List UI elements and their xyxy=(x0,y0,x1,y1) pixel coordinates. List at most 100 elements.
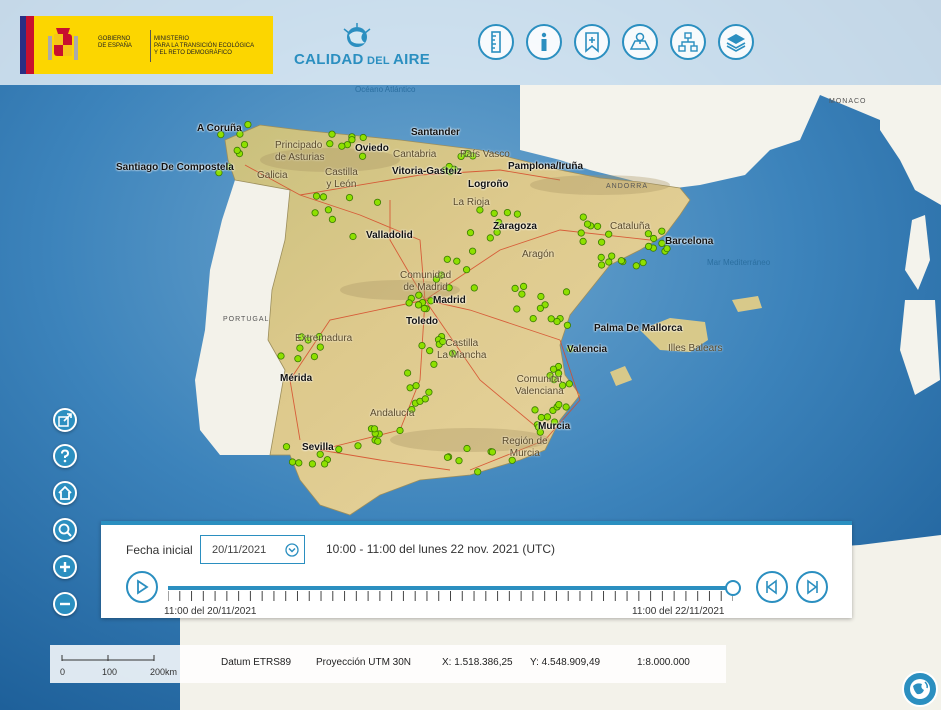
station-marker[interactable] xyxy=(324,206,332,214)
station-marker[interactable] xyxy=(597,238,606,246)
station-marker[interactable] xyxy=(488,448,496,456)
station-marker[interactable] xyxy=(349,232,357,241)
layers-button[interactable] xyxy=(718,24,754,60)
help-button[interactable] xyxy=(53,444,77,468)
station-marker[interactable] xyxy=(430,360,438,368)
station-marker[interactable] xyxy=(649,234,658,243)
map-search-button[interactable] xyxy=(622,24,658,60)
station-marker[interactable] xyxy=(644,242,653,250)
station-marker[interactable] xyxy=(328,215,336,223)
station-marker[interactable] xyxy=(608,252,616,260)
station-marker[interactable] xyxy=(412,382,420,390)
zoom-out-button[interactable] xyxy=(53,592,77,616)
station-marker[interactable] xyxy=(453,257,461,265)
share-button[interactable] xyxy=(53,408,77,432)
zoom-search-button[interactable] xyxy=(53,518,77,542)
station-marker[interactable] xyxy=(406,384,414,392)
station-marker[interactable] xyxy=(537,413,545,422)
station-marker[interactable] xyxy=(354,442,362,450)
station-marker[interactable] xyxy=(511,284,519,292)
station-marker[interactable] xyxy=(543,413,552,421)
station-marker[interactable] xyxy=(468,247,477,255)
time-slider-track[interactable] xyxy=(168,586,733,590)
station-marker[interactable] xyxy=(537,292,545,301)
station-marker[interactable] xyxy=(308,460,316,468)
station-marker[interactable] xyxy=(547,315,555,323)
station-marker[interactable] xyxy=(396,426,404,435)
bookmark-button[interactable] xyxy=(574,24,610,60)
station-marker[interactable] xyxy=(335,445,343,453)
station-marker[interactable] xyxy=(426,347,434,355)
station-marker[interactable] xyxy=(311,209,319,217)
station-marker[interactable] xyxy=(288,458,297,466)
station-marker[interactable] xyxy=(359,133,367,142)
station-marker[interactable] xyxy=(414,301,423,309)
station-marker[interactable] xyxy=(348,136,356,144)
station-marker[interactable] xyxy=(443,255,451,263)
date-select[interactable]: 20/11/2021 xyxy=(200,535,305,564)
station-marker[interactable] xyxy=(562,288,571,296)
station-marker[interactable] xyxy=(518,290,526,298)
station-marker[interactable] xyxy=(639,258,647,267)
station-marker[interactable] xyxy=(328,130,336,138)
station-marker[interactable] xyxy=(579,237,587,245)
station-marker[interactable] xyxy=(617,257,626,265)
station-marker[interactable] xyxy=(345,194,354,202)
station-marker[interactable] xyxy=(233,146,241,154)
station-marker[interactable] xyxy=(466,229,475,237)
station-marker[interactable] xyxy=(316,343,324,351)
station-marker[interactable] xyxy=(295,459,303,467)
step-back-button[interactable] xyxy=(756,571,788,603)
station-marker[interactable] xyxy=(420,304,428,313)
station-marker[interactable] xyxy=(373,198,382,206)
station-marker[interactable] xyxy=(536,304,545,312)
info-button[interactable] xyxy=(526,24,562,60)
station-marker[interactable] xyxy=(326,140,334,148)
station-marker[interactable] xyxy=(358,152,367,160)
station-marker[interactable] xyxy=(418,341,426,350)
station-marker[interactable] xyxy=(513,210,522,218)
station-marker[interactable] xyxy=(320,460,329,468)
station-marker[interactable] xyxy=(474,468,482,476)
station-marker[interactable] xyxy=(579,213,587,221)
station-marker[interactable] xyxy=(597,253,605,261)
station-marker[interactable] xyxy=(565,380,573,388)
measure-button[interactable] xyxy=(478,24,514,60)
station-marker[interactable] xyxy=(583,220,592,228)
station-marker[interactable] xyxy=(421,395,429,403)
station-marker[interactable] xyxy=(240,141,249,149)
station-marker[interactable] xyxy=(463,444,471,453)
time-slider-thumb[interactable] xyxy=(725,580,741,596)
station-marker[interactable] xyxy=(470,284,478,292)
station-marker[interactable] xyxy=(403,369,412,377)
station-marker[interactable] xyxy=(296,344,304,352)
station-marker[interactable] xyxy=(310,352,318,361)
station-marker[interactable] xyxy=(294,355,302,363)
station-marker[interactable] xyxy=(370,425,379,433)
overview-map-button[interactable] xyxy=(902,671,938,707)
station-marker[interactable] xyxy=(519,282,528,290)
station-marker[interactable] xyxy=(597,261,606,269)
station-marker[interactable] xyxy=(462,266,471,274)
home-button[interactable] xyxy=(53,481,77,505)
hierarchy-button[interactable] xyxy=(670,24,706,60)
station-marker[interactable] xyxy=(277,352,285,360)
station-marker[interactable] xyxy=(555,400,563,409)
station-marker[interactable] xyxy=(338,142,346,150)
station-marker[interactable] xyxy=(513,305,521,313)
station-marker[interactable] xyxy=(374,437,382,445)
station-marker[interactable] xyxy=(425,388,433,396)
step-forward-button[interactable] xyxy=(796,571,828,603)
station-marker[interactable] xyxy=(632,262,640,270)
station-marker[interactable] xyxy=(312,192,321,200)
station-marker[interactable] xyxy=(455,457,463,465)
station-marker[interactable] xyxy=(443,453,452,461)
station-marker[interactable] xyxy=(605,258,613,266)
station-marker[interactable] xyxy=(282,443,291,451)
play-button[interactable] xyxy=(126,571,158,603)
station-marker[interactable] xyxy=(593,222,602,230)
station-marker[interactable] xyxy=(405,299,413,307)
station-marker[interactable] xyxy=(529,314,537,323)
station-marker[interactable] xyxy=(577,229,585,237)
zoom-in-button[interactable] xyxy=(53,555,77,579)
